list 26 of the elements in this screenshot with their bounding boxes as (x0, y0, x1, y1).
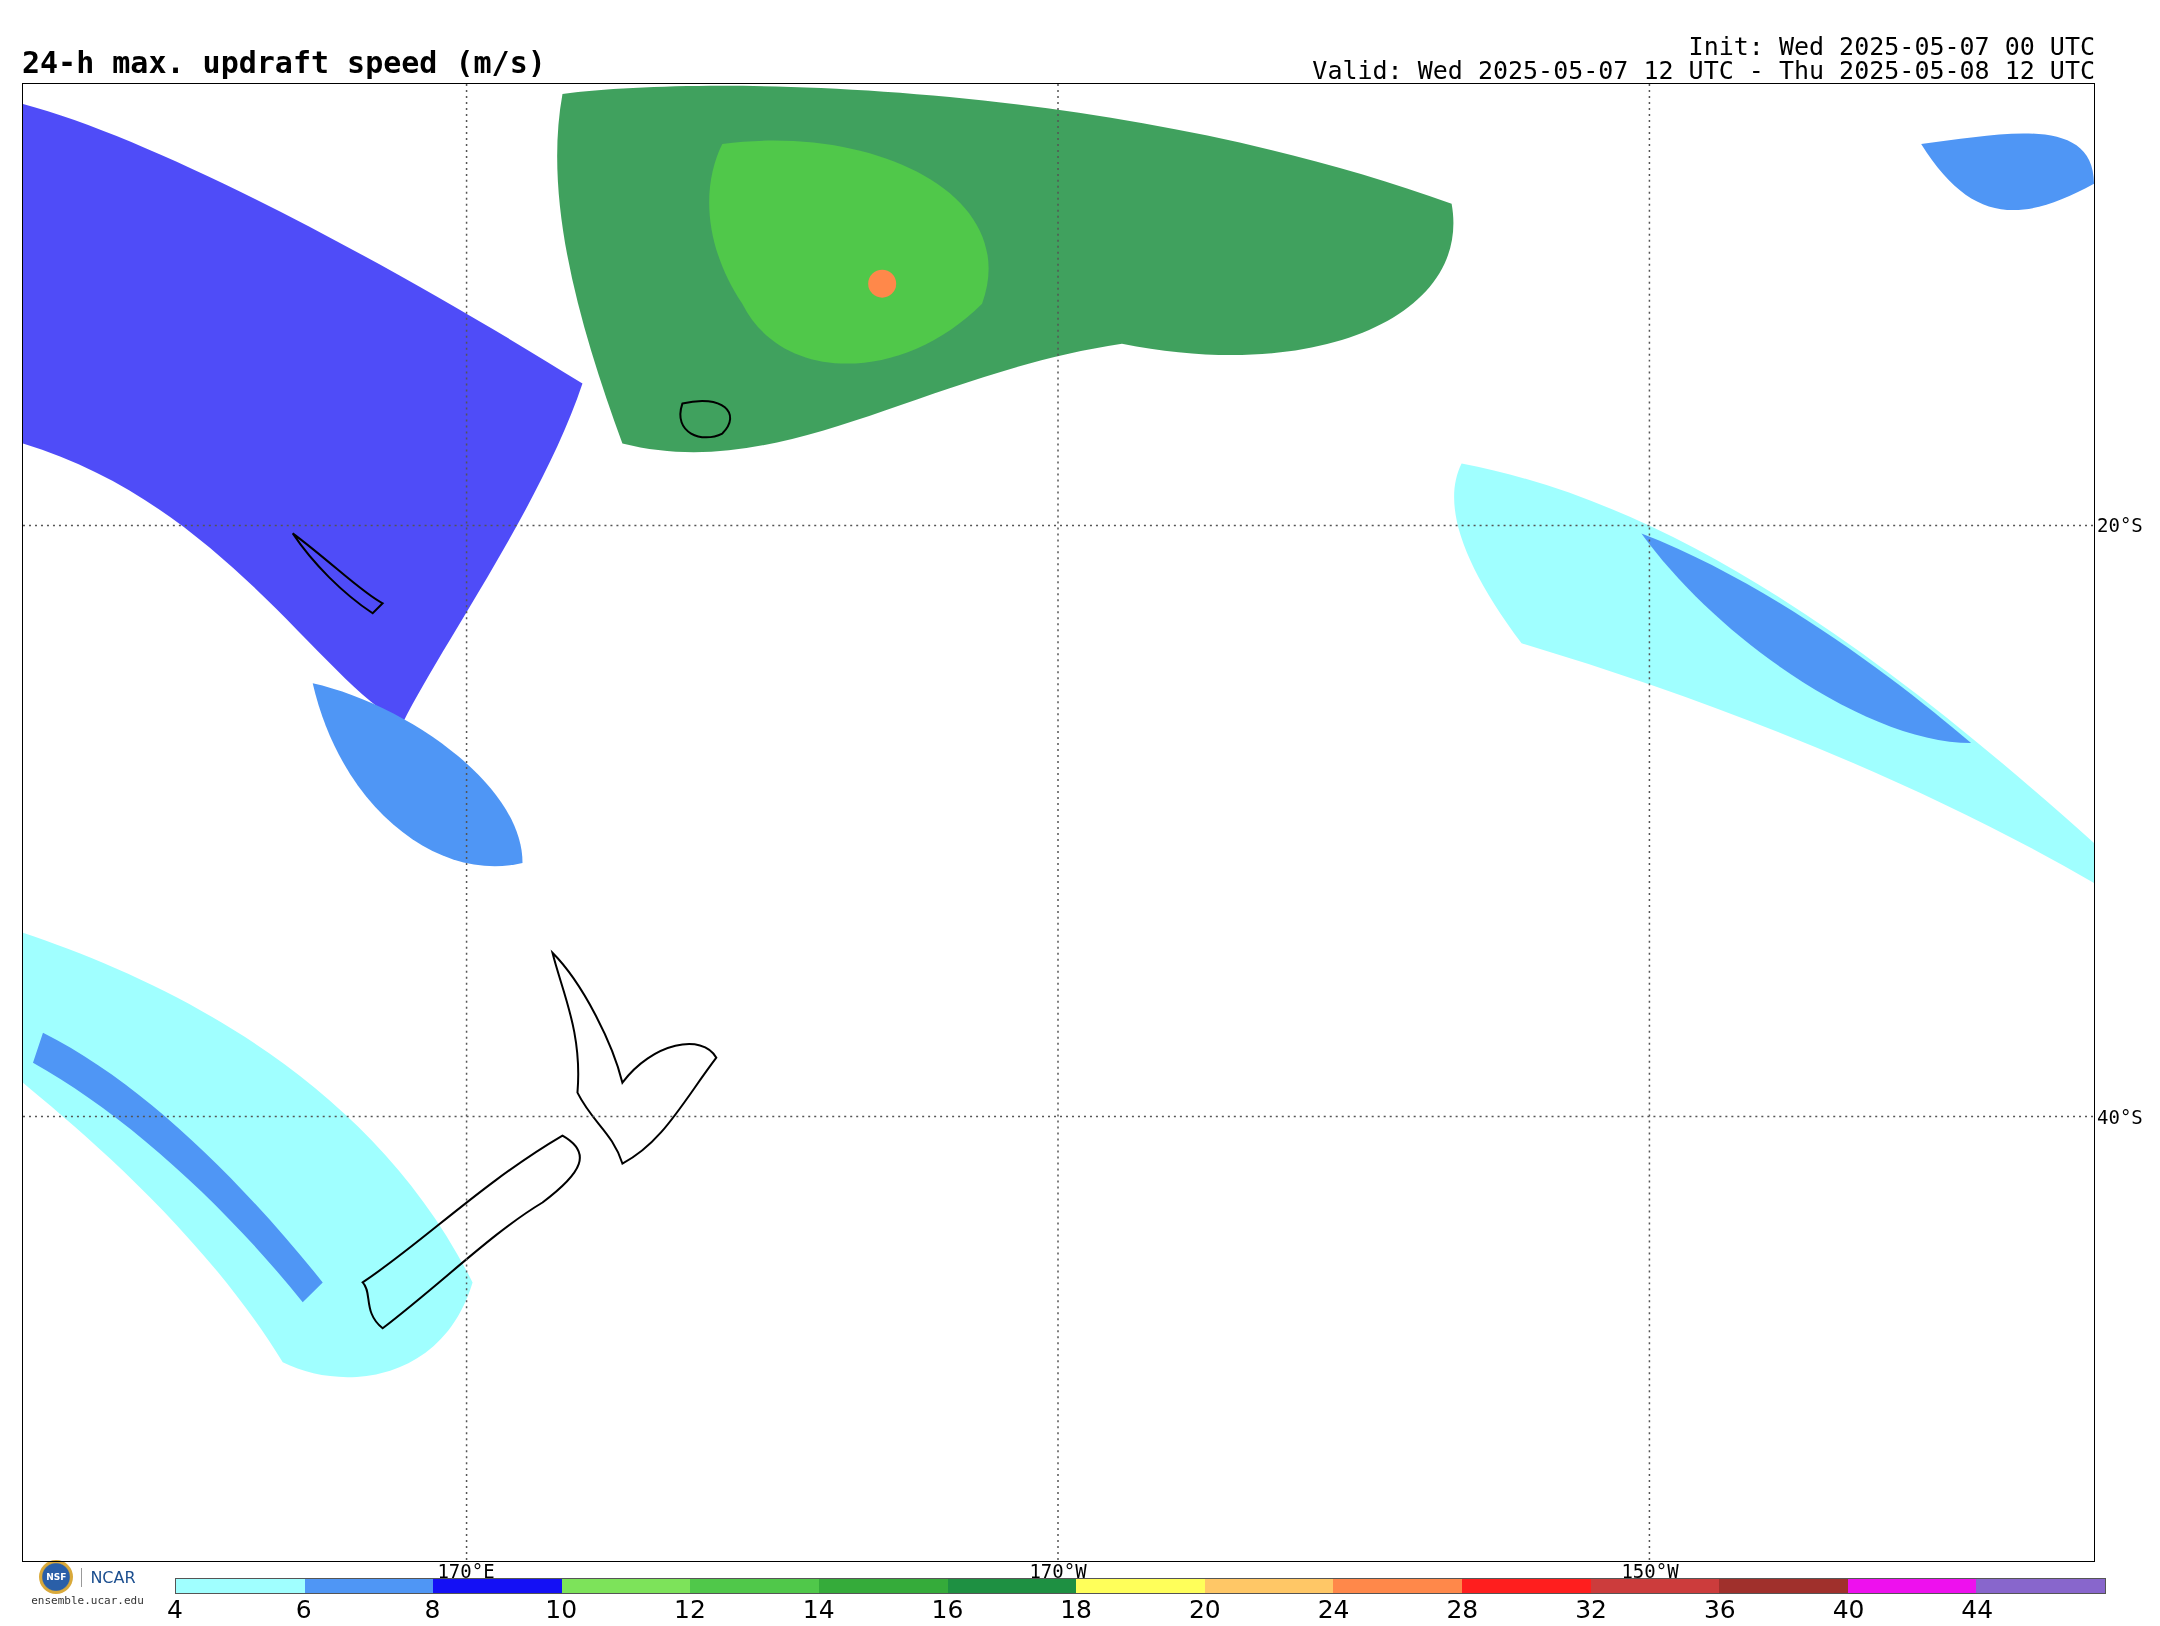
colorbar-label: 40 (1831, 1596, 1866, 1624)
latitude-label: 40°S (2097, 1106, 2143, 1128)
colorbar-label: 10 (544, 1596, 579, 1624)
longitude-label: 170°W (1028, 1561, 1088, 1581)
colorbar-label: 20 (1187, 1596, 1222, 1624)
site-url: ensemble.ucar.edu (31, 1594, 144, 1607)
valid-time: Valid: Wed 2025-05-07 12 UTC - Thu 2025-05-08 12 UTC (1312, 59, 2095, 83)
ncar-logo: NCAR (81, 1567, 136, 1587)
colorbar-label: 4 (166, 1596, 184, 1624)
colorbar-label: 28 (1445, 1596, 1480, 1624)
nsf-emblem: NSF (39, 1560, 74, 1594)
colorbar-label: 44 (1960, 1596, 1995, 1624)
colorbar-label: 14 (801, 1596, 836, 1624)
colorbar-label: 36 (1702, 1596, 1737, 1624)
colorbar-label: 8 (423, 1596, 442, 1624)
colorbar-label: 16 (930, 1596, 965, 1624)
colorbar-label: 18 (1059, 1596, 1094, 1624)
colorbar-label: 6 (294, 1596, 313, 1624)
colorbar-label: 12 (673, 1596, 707, 1624)
colorbar-label: 32 (1574, 1596, 1608, 1624)
chart-title: 24-h max. updraft speed (m/s) (22, 45, 546, 81)
init-time: Init: Wed 2025-05-07 00 UTC (1688, 35, 2095, 59)
colorbar-label: 24 (1316, 1596, 1351, 1624)
longitude-label: 170°E (436, 1561, 496, 1581)
latitude-label: 20°S (2097, 514, 2143, 536)
longitude-label: 150°W (1620, 1561, 1680, 1581)
